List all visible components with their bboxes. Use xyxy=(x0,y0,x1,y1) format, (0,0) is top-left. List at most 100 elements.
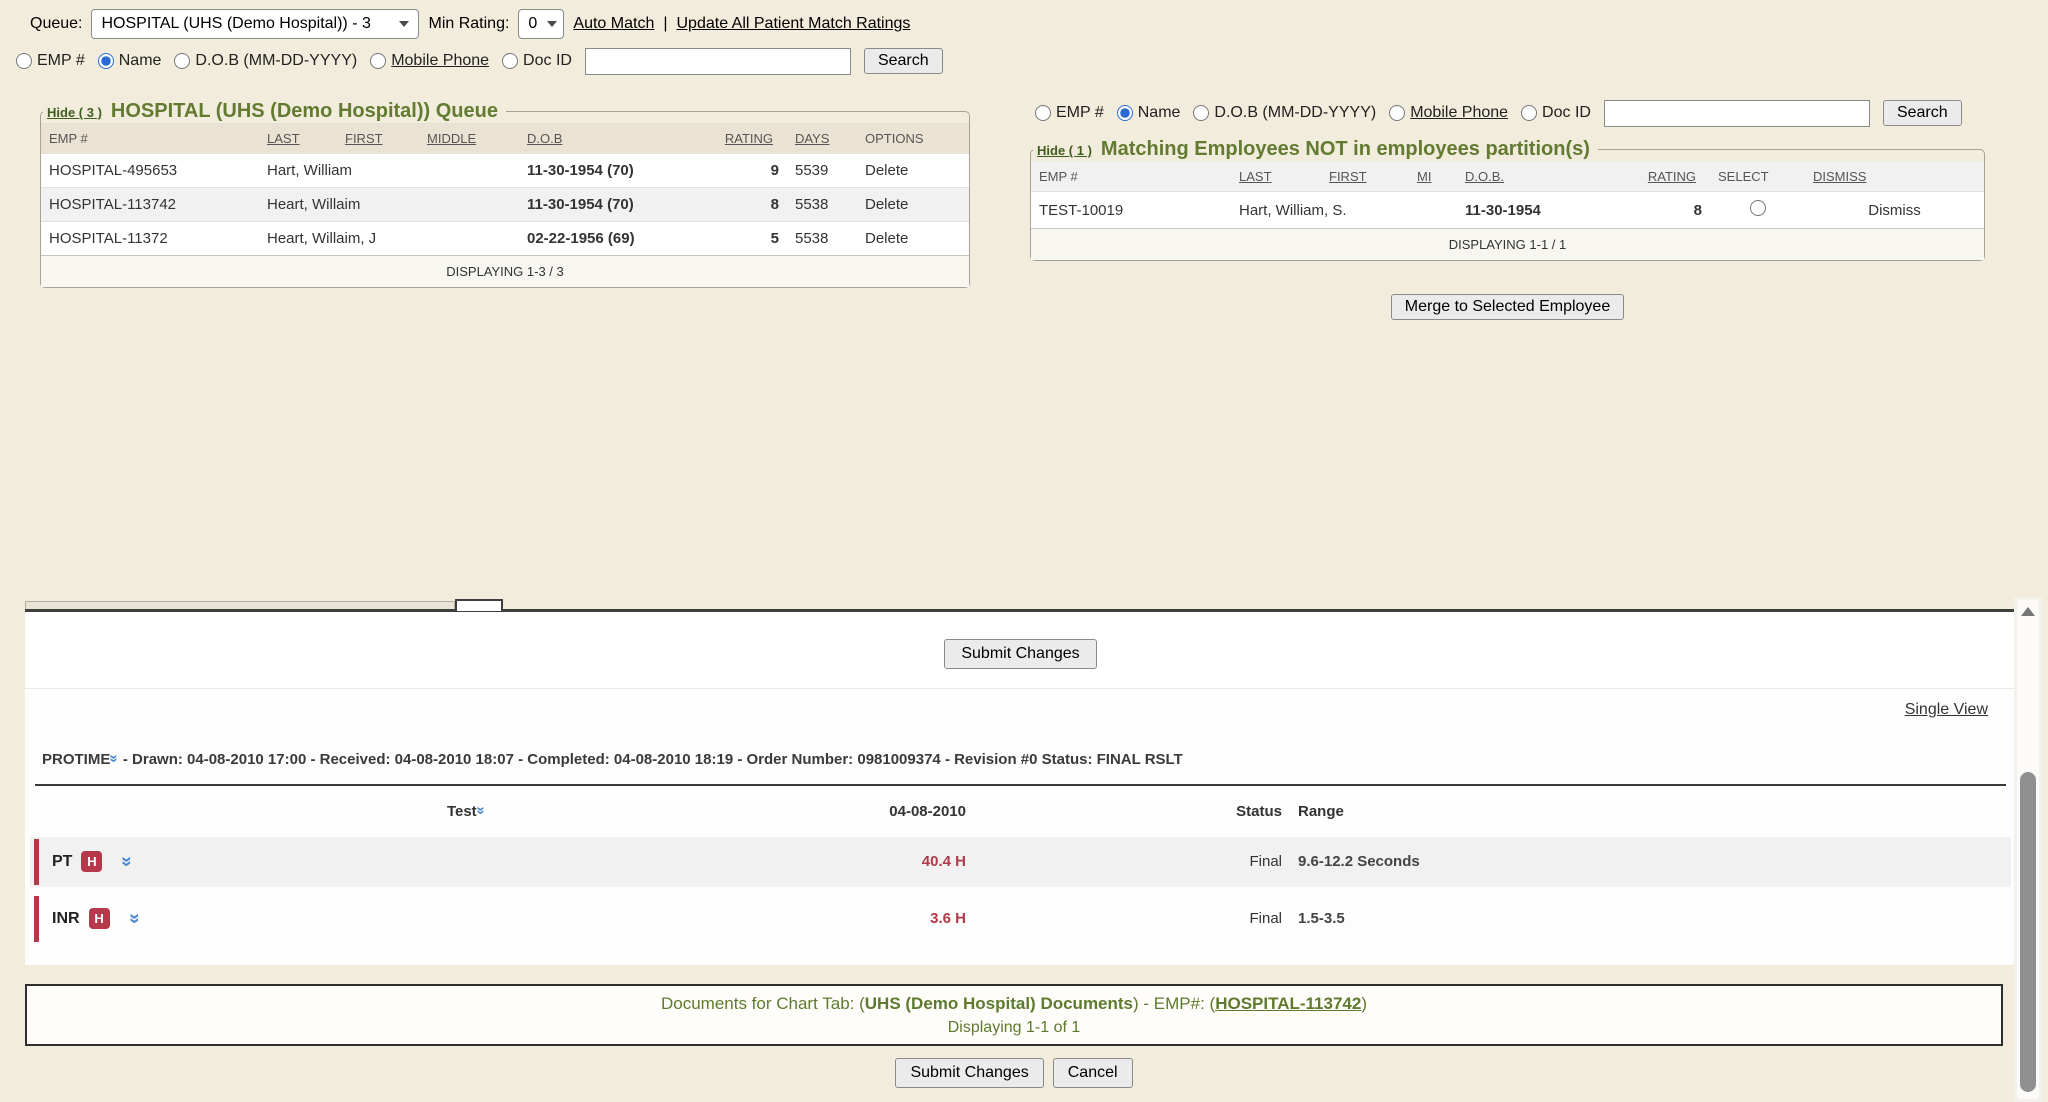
submit-changes-band: Submit Changes xyxy=(25,609,2016,688)
radio-option-dob[interactable]: D.O.B (MM-DD-YYYY) xyxy=(1193,104,1376,122)
radio-doc-icon[interactable] xyxy=(502,53,518,69)
radio-mobile-icon[interactable] xyxy=(370,53,386,69)
queue-col-rating[interactable]: RATING xyxy=(707,123,787,154)
queue-row-name: Hart, William xyxy=(259,154,519,188)
radio-name-label: Name xyxy=(1138,104,1181,122)
double-chevron-down-icon[interactable] xyxy=(117,856,136,867)
cancel-button[interactable]: Cancel xyxy=(1053,1058,1133,1088)
match-search-input[interactable] xyxy=(1604,100,1870,127)
match-col-emp: EMP # xyxy=(1031,161,1231,192)
radio-option-doc[interactable]: Doc ID xyxy=(1521,104,1591,122)
delete-link[interactable]: Delete xyxy=(857,154,969,188)
double-chevron-down-icon[interactable] xyxy=(124,913,143,924)
abnormal-indicator-bar xyxy=(34,896,39,942)
radio-name-icon[interactable] xyxy=(1117,105,1133,121)
match-col-dismiss[interactable]: DISMISS xyxy=(1805,161,1984,192)
results-col-range: Range xyxy=(1298,803,1344,820)
min-rating-select-value: 0 xyxy=(528,15,537,33)
link-separator: | xyxy=(663,15,667,33)
radio-name-label: Name xyxy=(119,52,162,70)
radio-emp-icon[interactable] xyxy=(1035,105,1051,121)
queue-search-button[interactable]: Search xyxy=(864,48,943,74)
radio-option-doc[interactable]: Doc ID xyxy=(502,52,572,70)
queue-col-first[interactable]: FIRST xyxy=(337,123,419,154)
queue-col-days[interactable]: DAYS xyxy=(787,123,857,154)
queue-header-row: EMP # LAST FIRST MIDDLE D.O.B RATING DAY… xyxy=(41,123,969,154)
match-col-first[interactable]: FIRST xyxy=(1321,161,1409,192)
match-panel-title: Matching Employees NOT in employees part… xyxy=(1101,138,1590,161)
double-chevron-down-icon[interactable] xyxy=(107,754,122,762)
match-row-dob: 11-30-1954 xyxy=(1457,192,1632,229)
match-col-mi[interactable]: MI xyxy=(1409,161,1457,192)
radio-option-name[interactable]: Name xyxy=(98,52,162,70)
radio-option-dob[interactable]: D.O.B (MM-DD-YYYY) xyxy=(174,52,357,70)
queue-row-dob: 11-30-1954 (70) xyxy=(519,154,707,188)
radio-dob-label: D.O.B (MM-DD-YYYY) xyxy=(1214,104,1376,122)
scroll-up-arrow-icon[interactable] xyxy=(2021,607,2035,616)
queue-row-rating: 8 xyxy=(707,188,787,222)
radio-option-name[interactable]: Name xyxy=(1117,104,1181,122)
queue-row-emp: HOSPITAL-495653 xyxy=(41,154,259,188)
queue-panel: Hide ( 3 ) HOSPITAL (UHS (Demo Hospital)… xyxy=(40,100,970,288)
queue-toolbar: Queue: HOSPITAL (UHS (Demo Hospital)) - … xyxy=(30,8,910,40)
submit-changes-bottom-button[interactable]: Submit Changes xyxy=(895,1058,1043,1088)
test-name: INR xyxy=(52,910,80,928)
vertical-scrollbar[interactable] xyxy=(2014,597,2042,1102)
queue-row-emp: HOSPITAL-11372 xyxy=(41,222,259,256)
queue-hide-link[interactable]: Hide ( 3 ) xyxy=(47,105,102,120)
radio-doc-label: Doc ID xyxy=(1542,104,1591,122)
match-col-dob[interactable]: D.O.B. xyxy=(1457,161,1632,192)
documents-emp-link[interactable]: HOSPITAL-113742 xyxy=(1215,994,1361,1013)
results-col-test[interactable]: Test xyxy=(366,803,566,820)
high-flag-badge: H xyxy=(89,908,110,929)
footer-button-bar: Submit Changes Cancel xyxy=(25,1058,2003,1088)
lab-results-panel: Single View PROTIME - Drawn: 04-08-2010 … xyxy=(25,688,2016,965)
radio-option-emp[interactable]: EMP # xyxy=(1035,104,1104,122)
queue-row-days: 5539 xyxy=(787,154,857,188)
radio-name-icon[interactable] xyxy=(98,53,114,69)
horizontal-scrollbar[interactable] xyxy=(25,601,455,609)
min-rating-label: Min Rating: xyxy=(428,15,509,33)
match-hide-link[interactable]: Hide ( 1 ) xyxy=(1037,143,1092,158)
radio-dob-icon[interactable] xyxy=(1193,105,1209,121)
documents-panel: Documents for Chart Tab: (UHS (Demo Hosp… xyxy=(25,984,2003,1046)
double-chevron-down-icon[interactable] xyxy=(473,806,488,814)
match-row-emp: TEST-10019 xyxy=(1031,192,1231,229)
match-search-button[interactable]: Search xyxy=(1883,100,1962,126)
queue-search-input[interactable] xyxy=(585,48,851,75)
queue-table: EMP # LAST FIRST MIDDLE D.O.B RATING DAY… xyxy=(41,123,969,287)
update-ratings-link[interactable]: Update All Patient Match Ratings xyxy=(677,15,911,33)
radio-emp-icon[interactable] xyxy=(16,53,32,69)
radio-mobile-icon[interactable] xyxy=(1389,105,1405,121)
merge-to-selected-button[interactable]: Merge to Selected Employee xyxy=(1391,294,1624,320)
table-row: HOSPITAL-113742 Heart, Willaim 11-30-195… xyxy=(41,188,969,222)
table-row: HOSPITAL-495653 Hart, William 11-30-1954… xyxy=(41,154,969,188)
test-name: PT xyxy=(52,853,72,871)
chevron-down-icon xyxy=(547,21,557,27)
radio-doc-icon[interactable] xyxy=(1521,105,1537,121)
scrollbar-thumb[interactable] xyxy=(2020,772,2036,1092)
select-employee-radio[interactable] xyxy=(1750,200,1766,216)
queue-col-dob[interactable]: D.O.B xyxy=(519,123,707,154)
radio-option-emp[interactable]: EMP # xyxy=(16,52,85,70)
dismiss-link[interactable]: Dismiss xyxy=(1805,192,1984,229)
match-col-rating[interactable]: RATING xyxy=(1632,161,1710,192)
delete-link[interactable]: Delete xyxy=(857,188,969,222)
delete-link[interactable]: Delete xyxy=(857,222,969,256)
radio-dob-label: D.O.B (MM-DD-YYYY) xyxy=(195,52,357,70)
queue-select[interactable]: HOSPITAL (UHS (Demo Hospital)) - 3 xyxy=(91,9,419,39)
min-rating-select[interactable]: 0 xyxy=(518,9,564,39)
documents-middle: ) - EMP#: ( xyxy=(1133,994,1215,1013)
chevron-down-icon xyxy=(399,21,409,27)
result-status: Final xyxy=(1112,910,1282,927)
auto-match-link[interactable]: Auto Match xyxy=(573,15,654,33)
radio-option-mobile[interactable]: Mobile Phone xyxy=(370,52,489,70)
radio-dob-icon[interactable] xyxy=(174,53,190,69)
radio-option-mobile[interactable]: Mobile Phone xyxy=(1389,104,1508,122)
single-view-link[interactable]: Single View xyxy=(1905,701,1988,719)
queue-col-middle[interactable]: MIDDLE xyxy=(419,123,519,154)
queue-col-last[interactable]: LAST xyxy=(259,123,337,154)
submit-changes-top-button[interactable]: Submit Changes xyxy=(944,639,1096,669)
match-col-last[interactable]: LAST xyxy=(1231,161,1321,192)
queue-search-bar: EMP # Name D.O.B (MM-DD-YYYY) Mobile Pho… xyxy=(16,46,943,76)
